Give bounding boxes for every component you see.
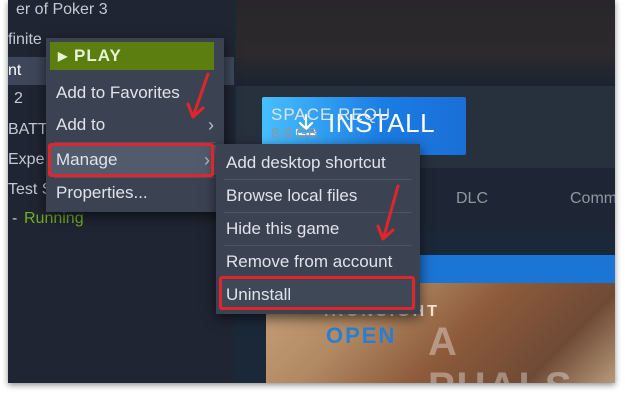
menu-separator: [54, 142, 216, 143]
menu-item-label: Browse local files: [226, 186, 358, 205]
menu-item-label: Add desktop shortcut: [226, 153, 386, 172]
sidebar-game-label: er of Poker 3: [16, 1, 108, 18]
sidebar-game-label: BATT: [8, 121, 48, 138]
menu-item-label: Uninstall: [226, 285, 292, 304]
menu-item-remove-from-account[interactable]: Remove from account: [216, 247, 420, 277]
menu-item-add-to[interactable]: Add to ›: [46, 110, 224, 140]
menu-item-label: Remove from account: [226, 252, 393, 271]
menu-separator: [224, 179, 412, 180]
chevron-right-icon: ›: [204, 150, 210, 170]
menu-item-manage[interactable]: Manage ›: [50, 145, 220, 175]
menu-item-add-desktop-shortcut[interactable]: Add desktop shortcut: [216, 148, 420, 178]
tab-dlc[interactable]: DLC: [456, 190, 488, 208]
menu-item-hide-this-game[interactable]: Hide this game: [216, 214, 420, 244]
sidebar-game-label: 2: [14, 90, 23, 107]
menu-separator: [224, 212, 412, 213]
play-menu-item[interactable]: ▶ PLAY: [50, 42, 214, 70]
tab-community[interactable]: Comm: [570, 190, 615, 208]
play-label: PLAY: [74, 46, 122, 65]
space-required-value: 8.8 GB: [271, 125, 318, 142]
menu-item-add-to-favorites[interactable]: Add to Favorites: [46, 78, 224, 108]
sidebar-game-label: finite: [8, 31, 42, 48]
menu-item-label: Manage: [56, 150, 118, 169]
game-context-menu: ▶ PLAY Add to Favorites Add to › Manage …: [46, 38, 224, 212]
watermark-logo: A PUALS: [428, 320, 572, 383]
game-hero-banner: [236, 0, 615, 86]
menu-item-browse-local-files[interactable]: Browse local files: [216, 181, 420, 211]
art-sub-text: OPEN: [326, 323, 397, 348]
manage-submenu: Add desktop shortcut Browse local files …: [216, 144, 420, 314]
menu-item-label: Properties...: [56, 183, 148, 202]
menu-item-label: Add to Favorites: [56, 83, 180, 102]
menu-item-label: Hide this game: [226, 219, 340, 238]
menu-item-label: Add to: [56, 115, 106, 134]
play-icon: ▶: [58, 49, 69, 63]
sidebar-game-label: nt: [8, 62, 22, 79]
menu-item-uninstall[interactable]: Uninstall: [220, 280, 416, 310]
menu-separator: [224, 245, 412, 246]
menu-item-properties[interactable]: Properties...: [46, 178, 224, 208]
sidebar-game-label: Expe: [8, 151, 45, 168]
sidebar-game-item[interactable]: er of Poker 3: [8, 0, 234, 23]
space-required-label: SPACE REQU: [271, 105, 392, 124]
steam-window: er of Poker 3 finite nt 2 BATT Expe Test…: [8, 0, 615, 383]
running-prefix: -: [12, 210, 18, 227]
chevron-right-icon: ›: [208, 115, 214, 135]
